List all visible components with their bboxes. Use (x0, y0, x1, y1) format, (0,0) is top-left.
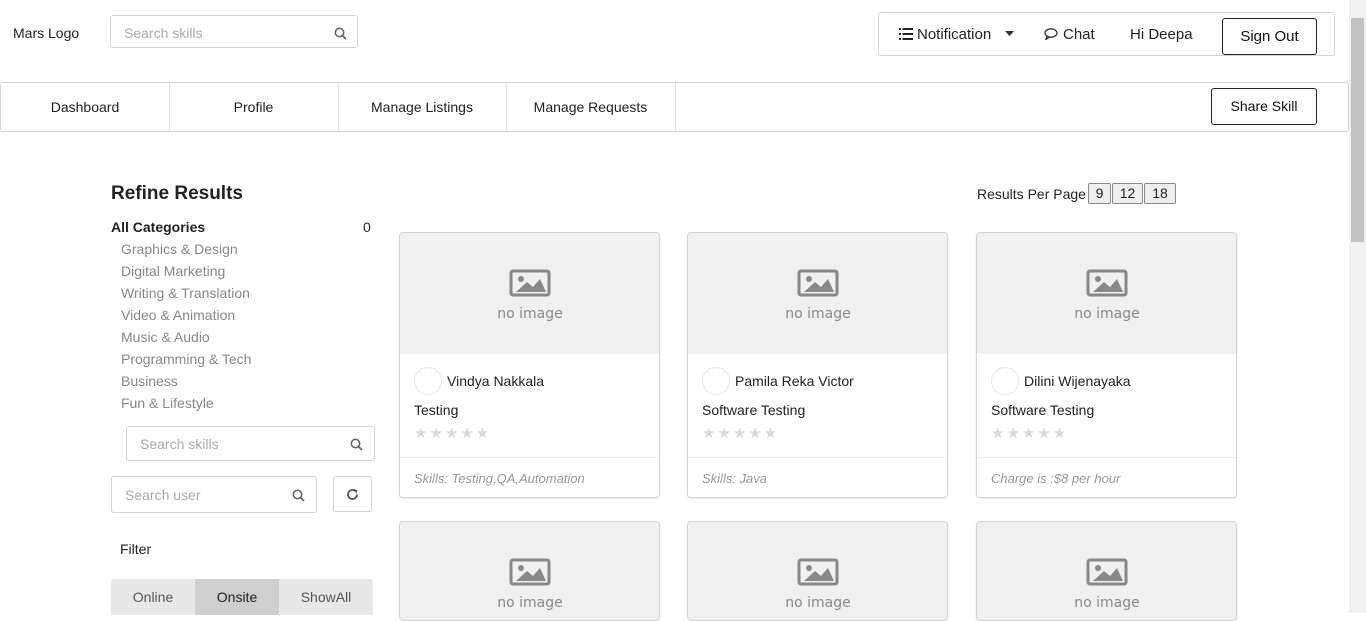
avatar (991, 367, 1019, 395)
nav-profile[interactable]: Profile (169, 83, 339, 131)
refresh-icon (347, 489, 358, 500)
search-user-input[interactable]: Search user (111, 476, 317, 513)
user-greeting[interactable]: Hi Deepa (1130, 26, 1193, 43)
card-user-name: Vindya Nakkala (447, 373, 545, 389)
no-image-text: no image (785, 306, 851, 322)
search-user-placeholder: Search user (125, 487, 201, 503)
no-image-icon: no image (1074, 269, 1140, 322)
chat-bubble-icon (1044, 28, 1058, 42)
top-menu: Notification Chat Hi Deepa Sign Out (878, 12, 1335, 56)
no-image-icon: no image (497, 269, 563, 322)
category-business[interactable]: Business (121, 373, 178, 389)
category-programming-tech[interactable]: Programming & Tech (121, 351, 251, 367)
refresh-button[interactable] (333, 476, 372, 512)
rating-stars: ★★★★★ (702, 425, 780, 442)
card-user[interactable]: Vindya Nakkala (414, 367, 544, 395)
card-user-name: Dilini Wijenayaka (1024, 373, 1131, 389)
rating-stars: ★★★★★ (414, 425, 492, 442)
filter-segmented-control: Online Onsite ShowAll (111, 579, 373, 615)
card-title[interactable]: Testing (414, 402, 458, 418)
card-image-placeholder: no image (400, 522, 659, 620)
sign-out-button[interactable]: Sign Out (1222, 18, 1317, 55)
skill-card[interactable]: no image (976, 521, 1237, 621)
avatar (702, 367, 730, 395)
category-digital-marketing[interactable]: Digital Marketing (121, 263, 225, 279)
list-icon (899, 28, 913, 40)
no-image-text: no image (785, 595, 851, 611)
card-divider (977, 457, 1236, 458)
search-icon[interactable] (334, 27, 347, 40)
nav-dashboard[interactable]: Dashboard (1, 83, 170, 131)
card-title[interactable]: Software Testing (991, 402, 1094, 418)
card-image-placeholder: no image (400, 233, 659, 354)
sidebar-search-skills-input[interactable]: Search skills (126, 426, 375, 461)
site-logo[interactable]: Mars Logo (13, 25, 79, 41)
card-user-name: Pamila Reka Victor (735, 373, 854, 389)
skill-card[interactable]: no image Vindya Nakkala Testing ★★★★★ Sk… (399, 232, 660, 498)
no-image-icon: no image (1074, 558, 1140, 611)
notification-menu[interactable]: Notification (899, 26, 1015, 43)
category-music-audio[interactable]: Music & Audio (121, 329, 210, 345)
search-icon[interactable] (350, 438, 363, 451)
card-footer: Skills: Java (702, 471, 768, 486)
category-fun-lifestyle[interactable]: Fun & Lifestyle (121, 395, 214, 411)
filter-online[interactable]: Online (111, 579, 195, 615)
no-image-icon: no image (785, 558, 851, 611)
skill-card[interactable]: no image Dilini Wijenayaka Software Test… (976, 232, 1237, 498)
card-user[interactable]: Dilini Wijenayaka (991, 367, 1131, 395)
filter-label: Filter (120, 541, 152, 557)
main-nav: Dashboard Profile Manage Listings Manage… (0, 82, 1349, 132)
refine-results-title: Refine Results (111, 183, 243, 204)
rating-stars: ★★★★★ (991, 425, 1069, 442)
category-graphics-design[interactable]: Graphics & Design (121, 241, 238, 257)
no-image-text: no image (1074, 306, 1140, 322)
per-page-9-button[interactable]: 9 (1088, 183, 1111, 204)
search-icon[interactable] (292, 489, 305, 502)
all-categories-link[interactable]: All Categories (111, 219, 205, 235)
scrollbar-thumb[interactable] (1351, 18, 1364, 242)
nav-manage-requests[interactable]: Manage Requests (506, 83, 676, 131)
card-title[interactable]: Software Testing (702, 402, 805, 418)
skill-card[interactable]: no image Pamila Reka Victor Software Tes… (687, 232, 948, 498)
card-image-placeholder: no image (688, 522, 947, 620)
card-footer: Charge is :$8 per hour (991, 471, 1121, 486)
card-user[interactable]: Pamila Reka Victor (702, 367, 854, 395)
card-divider (400, 457, 659, 458)
no-image-text: no image (497, 595, 563, 611)
card-footer: Skills: Testing,QA,Automation (414, 471, 585, 486)
notification-label: Notification (917, 26, 992, 43)
chat-link[interactable]: Chat (1044, 26, 1095, 43)
filter-onsite[interactable]: Onsite (195, 579, 279, 615)
avatar (414, 367, 442, 395)
per-page-12-button[interactable]: 12 (1112, 183, 1143, 204)
card-image-placeholder: no image (688, 233, 947, 354)
card-image-placeholder: no image (977, 522, 1236, 620)
header-search-input[interactable]: Search skills (110, 15, 358, 48)
skill-card[interactable]: no image (399, 521, 660, 621)
no-image-text: no image (497, 306, 563, 322)
results-per-page-label: Results Per Page : (977, 186, 1094, 202)
all-categories-count: 0 (363, 219, 371, 235)
no-image-icon: no image (785, 269, 851, 322)
caret-down-icon (1005, 31, 1015, 36)
no-image-text: no image (1074, 595, 1140, 611)
card-image-placeholder: no image (977, 233, 1236, 354)
per-page-18-button[interactable]: 18 (1144, 183, 1176, 204)
share-skill-button[interactable]: Share Skill (1211, 88, 1317, 125)
skill-card[interactable]: no image (687, 521, 948, 621)
search-skills-placeholder: Search skills (140, 436, 219, 452)
chat-label: Chat (1063, 26, 1095, 43)
nav-manage-listings[interactable]: Manage Listings (338, 83, 507, 131)
header-search-placeholder: Search skills (124, 25, 203, 41)
no-image-icon: no image (497, 558, 563, 611)
category-writing-translation[interactable]: Writing & Translation (121, 285, 250, 301)
filter-showall[interactable]: ShowAll (279, 579, 373, 615)
category-video-animation[interactable]: Video & Animation (121, 307, 235, 323)
card-divider (688, 457, 947, 458)
